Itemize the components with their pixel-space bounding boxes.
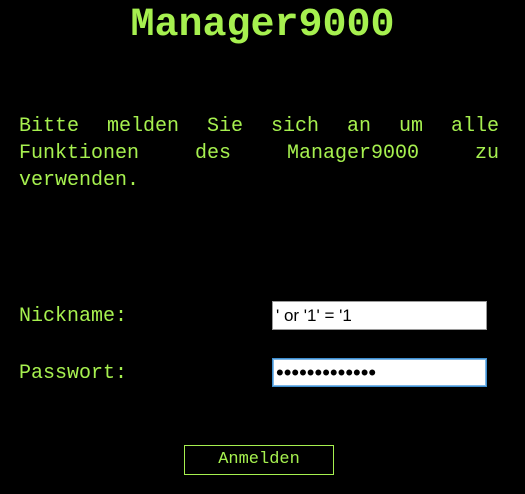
password-label: Passwort: bbox=[19, 362, 128, 385]
page-title: Manager9000 bbox=[130, 3, 395, 48]
password-input[interactable] bbox=[272, 358, 487, 387]
nickname-label: Nickname: bbox=[19, 305, 128, 328]
nickname-input[interactable] bbox=[272, 301, 487, 330]
intro-text: Bitte melden Sie sich an um alle Funktio… bbox=[19, 115, 499, 192]
login-button[interactable]: Anmelden bbox=[184, 445, 334, 475]
login-page: Manager9000 Bitte melden Sie sich an um … bbox=[0, 0, 525, 494]
